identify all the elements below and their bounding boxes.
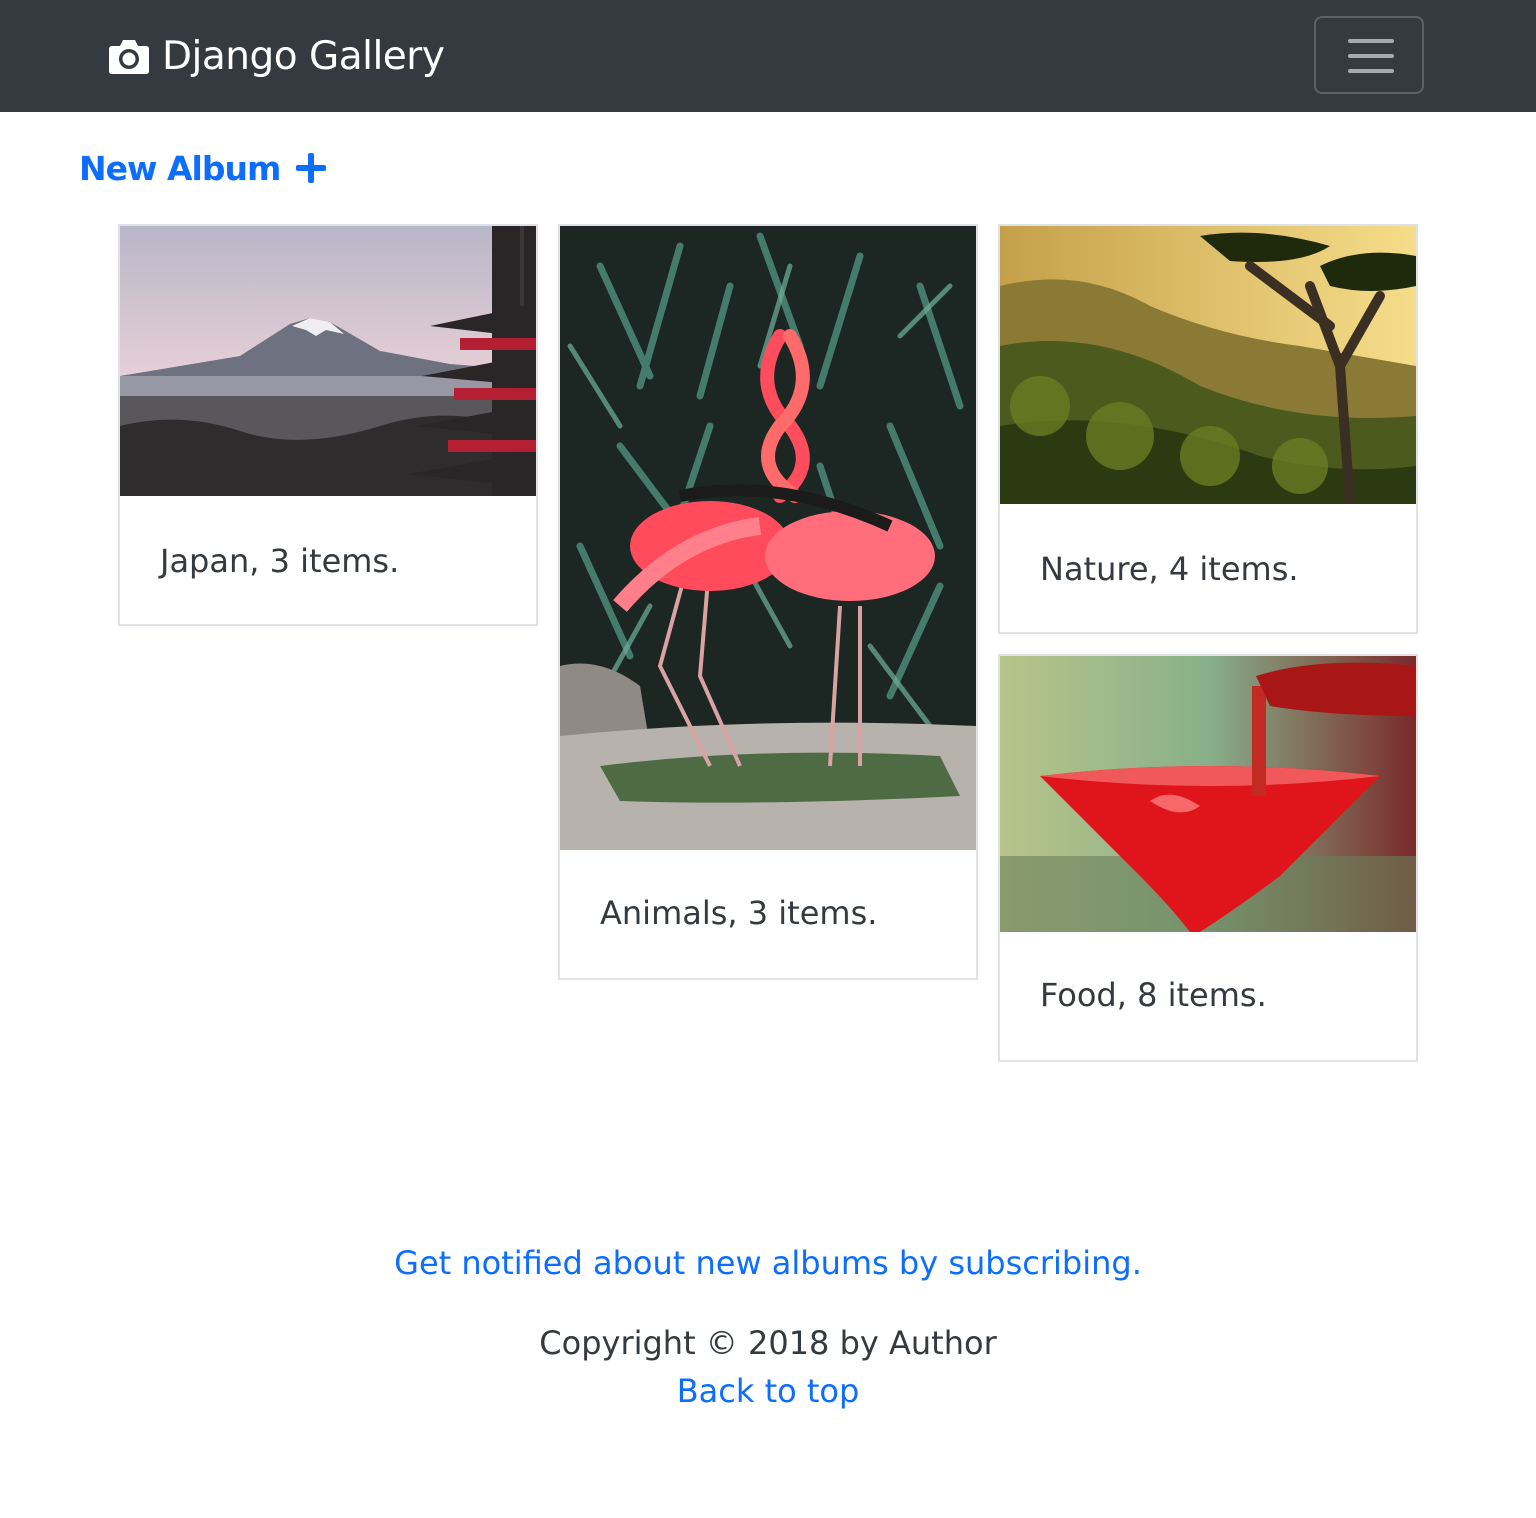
album-card-food[interactable]: Food, 8 items. [998,654,1418,1062]
camera-icon [109,40,149,74]
album-card-nature[interactable]: Nature, 4 items. [998,224,1418,634]
new-album-link[interactable]: New Album [79,144,327,192]
album-caption: Animals, 3 items. [600,894,878,932]
hamburger-menu-icon [1348,39,1394,43]
album-card-animals[interactable]: Animals, 3 items. [558,224,978,980]
back-to-top-link[interactable]: Back to top [677,1372,860,1410]
subscribe-link[interactable]: Get notified about new albums by subscri… [394,1244,1142,1282]
brand-link[interactable]: Django Gallery [108,30,445,82]
subscribe-section: Get notified about new albums by subscri… [0,1244,1536,1282]
album-thumbnail-animals [560,226,976,850]
album-thumbnail-nature [1000,226,1416,504]
album-caption: Nature, 4 items. [1040,550,1299,588]
album-thumbnail-food [1000,656,1416,932]
album-card-japan[interactable]: Japan, 3 items. [118,224,538,626]
navbar: Django Gallery [0,0,1536,112]
brand-title: Django Gallery [162,33,445,79]
back-to-top-section: Back to top [0,1372,1536,1410]
navbar-toggler-button[interactable] [1314,16,1424,94]
plus-icon [296,153,327,183]
album-caption: Japan, 3 items. [160,542,400,580]
new-album-label: New Album [79,148,281,188]
album-thumbnail-japan [120,226,536,496]
album-caption: Food, 8 items. [1040,976,1267,1014]
copyright-text: Copyright © 2018 by Author [539,1324,997,1362]
